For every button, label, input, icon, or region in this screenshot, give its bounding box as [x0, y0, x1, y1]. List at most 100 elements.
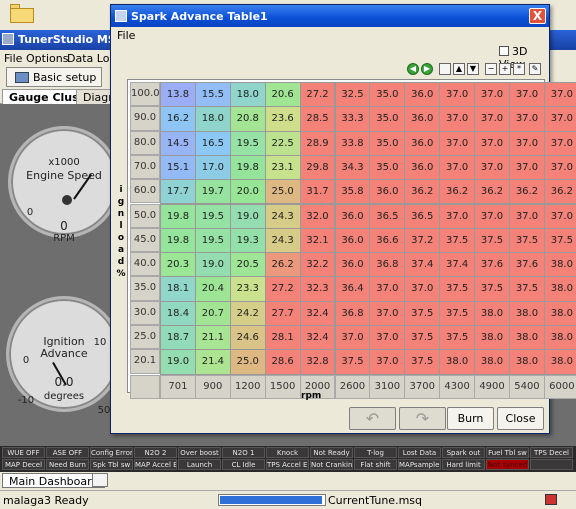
table-cell[interactable]: 37.4: [404, 252, 441, 278]
minus-icon[interactable]: −: [485, 63, 497, 75]
y-axis-label[interactable]: 90.0: [130, 106, 160, 131]
table-cell[interactable]: 38.0: [543, 300, 576, 326]
table-cell[interactable]: 19.7: [194, 179, 231, 205]
table-cell[interactable]: 32.0: [299, 203, 336, 229]
table-cell[interactable]: 23.1: [264, 154, 301, 181]
table-cell[interactable]: 37.0: [474, 203, 510, 229]
redo-button[interactable]: ↷: [399, 407, 446, 430]
table-cell[interactable]: 37.0: [474, 130, 510, 156]
table-cell[interactable]: 32.3: [299, 276, 336, 302]
table-cell[interactable]: 36.0: [334, 203, 371, 229]
y-axis-label[interactable]: 70.0: [130, 154, 160, 180]
table-cell[interactable]: 20.4: [194, 276, 231, 302]
table-cell[interactable]: 36.5: [404, 203, 441, 229]
table-cell[interactable]: 20.8: [229, 106, 266, 132]
y-axis-label[interactable]: 50.0: [130, 203, 160, 228]
table-cell[interactable]: 32.2: [299, 252, 336, 278]
table-cell[interactable]: 13.8: [160, 82, 196, 108]
basic-setup-button[interactable]: Basic setup: [6, 67, 102, 87]
table-cell[interactable]: 38.0: [543, 252, 576, 278]
app-menu-file[interactable]: File: [4, 52, 22, 65]
table-cell[interactable]: 23.3: [229, 276, 266, 302]
table-cell[interactable]: 38.0: [509, 325, 545, 351]
table-cell[interactable]: 27.7: [264, 300, 301, 326]
table-cell[interactable]: 37.5: [543, 227, 576, 254]
y-axis-label[interactable]: 20.1: [130, 349, 160, 374]
table-cell[interactable]: 37.0: [439, 82, 476, 108]
table-cell[interactable]: 37.5: [439, 325, 476, 351]
table-cell[interactable]: 36.0: [369, 179, 406, 205]
table-cell[interactable]: 24.3: [264, 203, 301, 229]
increment-icon[interactable]: ▲: [453, 63, 465, 75]
table-cell[interactable]: 37.5: [474, 227, 510, 254]
table-cell[interactable]: 37.0: [509, 82, 545, 108]
table-cell[interactable]: 37.0: [509, 130, 545, 156]
table-cell[interactable]: 25.0: [264, 179, 301, 205]
table-cell[interactable]: 37.5: [404, 349, 441, 375]
table-cell[interactable]: 36.8: [334, 300, 371, 326]
x-axis-label[interactable]: 900: [194, 374, 231, 399]
table-cell[interactable]: 37.5: [509, 276, 545, 302]
table-cell[interactable]: 38.0: [543, 276, 576, 302]
table-cell[interactable]: 37.0: [439, 106, 476, 132]
table-cell[interactable]: 37.0: [334, 325, 371, 351]
y-axis-label[interactable]: 45.0: [130, 227, 160, 253]
table-cell[interactable]: 38.0: [543, 349, 576, 375]
table-cell[interactable]: 36.0: [334, 227, 371, 254]
table-cell[interactable]: 37.0: [439, 154, 476, 181]
arrow-right-icon[interactable]: ▶: [421, 63, 433, 75]
table-cell[interactable]: 24.3: [264, 227, 301, 254]
x-axis-label[interactable]: 5400: [509, 374, 545, 399]
table-cell[interactable]: 19.5: [194, 203, 231, 229]
table-cell[interactable]: 36.0: [334, 252, 371, 278]
table-cell[interactable]: 37.0: [439, 203, 476, 229]
table-cell[interactable]: 21.4: [194, 349, 231, 375]
table-cell[interactable]: 37.0: [369, 325, 406, 351]
table-cell[interactable]: 36.2: [509, 179, 545, 205]
table-cell[interactable]: 37.0: [404, 276, 441, 302]
table-cell[interactable]: 28.6: [264, 349, 301, 375]
table-cell[interactable]: 38.0: [543, 325, 576, 351]
table-cell[interactable]: 19.5: [229, 130, 266, 156]
x-axis-label[interactable]: 4900: [474, 374, 510, 399]
x-axis-label[interactable]: 701: [160, 374, 196, 399]
table-cell[interactable]: 18.0: [229, 82, 266, 108]
table-cell[interactable]: 36.2: [543, 179, 576, 205]
y-axis-label[interactable]: 60.0: [130, 179, 160, 204]
table-cell[interactable]: 37.0: [369, 349, 406, 375]
table-cell[interactable]: 37.5: [474, 276, 510, 302]
table-cell[interactable]: 35.0: [369, 130, 406, 156]
table-cell[interactable]: 37.5: [404, 300, 441, 326]
add-dashboard-icon[interactable]: [92, 473, 108, 487]
table-cell[interactable]: 37.0: [543, 82, 576, 108]
table-cell[interactable]: 18.7: [160, 325, 196, 351]
table-cell[interactable]: 24.2: [229, 300, 266, 326]
folder-icon[interactable]: [10, 2, 36, 23]
x-axis-label[interactable]: 6000: [543, 374, 576, 399]
close-button[interactable]: Close: [497, 407, 544, 430]
table-cell[interactable]: 36.0: [404, 82, 441, 108]
y-axis-label[interactable]: 40.0: [130, 252, 160, 277]
table-cell[interactable]: 36.8: [369, 252, 406, 278]
table-cell[interactable]: 38.0: [474, 325, 510, 351]
table-cell[interactable]: 35.8: [334, 179, 371, 205]
table-cell[interactable]: 32.4: [299, 300, 336, 326]
table-cell[interactable]: 37.0: [543, 154, 576, 181]
table-cell[interactable]: 15.5: [194, 82, 231, 108]
table-cell[interactable]: 14.5: [160, 130, 196, 156]
table-cell[interactable]: 37.5: [439, 300, 476, 326]
table-cell[interactable]: 36.2: [439, 179, 476, 205]
y-axis-label[interactable]: 25.0: [130, 325, 160, 350]
x-axis-label[interactable]: 1200: [229, 374, 266, 399]
arrow-left-icon[interactable]: ◀: [407, 63, 419, 75]
table-cell[interactable]: 28.9: [299, 130, 336, 156]
table-cell[interactable]: 37.5: [509, 227, 545, 254]
app-menu-options[interactable]: Options: [26, 52, 68, 65]
table-cell[interactable]: 19.0: [194, 252, 231, 278]
table-cell[interactable]: 37.5: [439, 276, 476, 302]
table-cell[interactable]: 36.0: [404, 130, 441, 156]
table-cell[interactable]: 20.5: [229, 252, 266, 278]
table-cell[interactable]: 18.4: [160, 300, 196, 326]
table-cell[interactable]: 16.2: [160, 106, 196, 132]
table-cell[interactable]: 17.7: [160, 179, 196, 205]
